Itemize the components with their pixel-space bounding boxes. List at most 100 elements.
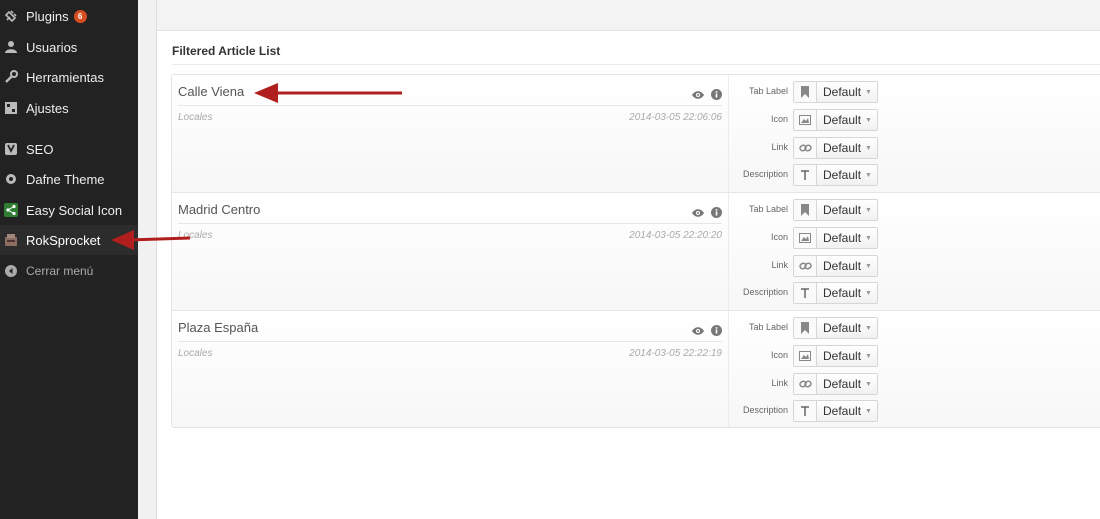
dropdown-toggle[interactable]: Default ▼: [817, 228, 877, 248]
link-select[interactable]: Default ▼: [793, 373, 878, 395]
field-label: Tab Label: [748, 322, 788, 332]
bookmark-icon: [794, 82, 817, 102]
link-icon: [794, 256, 817, 276]
dropdown-toggle[interactable]: Default ▼: [817, 374, 877, 394]
gear-icon: [4, 172, 18, 186]
dropdown-toggle[interactable]: Default ▼: [817, 165, 877, 185]
field-label: Icon: [770, 350, 788, 360]
tab-label-select[interactable]: Default ▼: [793, 81, 878, 103]
link-select[interactable]: Default ▼: [793, 255, 878, 277]
article-fields: Tab Label Default ▼ Icon Default ▼ Link Default…: [728, 75, 1100, 192]
article-category: Locales: [178, 112, 213, 123]
selected-value: Default: [823, 141, 862, 155]
sidebar-item-usuarios[interactable]: Usuarios: [0, 32, 138, 62]
field-row-link: Link Default ▼: [728, 373, 1100, 395]
sidebar-item-seo[interactable]: SEO: [0, 134, 138, 164]
article-actions: [691, 87, 722, 105]
article-fields: Tab Label Default ▼ Icon Default ▼ Link Default…: [728, 311, 1100, 427]
dropdown-toggle[interactable]: Default ▼: [817, 138, 877, 158]
field-row-description: Description Default ▼: [728, 400, 1100, 422]
sidebar-item-easy-social-icon[interactable]: Easy Social Icon: [0, 195, 138, 225]
info-icon[interactable]: [711, 87, 722, 105]
article-item: Calle Viena Locales 2014-03-05 22:06:06 …: [172, 75, 1100, 193]
sidebar-item-label: Usuarios: [26, 39, 78, 55]
text-icon: [794, 283, 817, 303]
dropdown-toggle[interactable]: Default ▼: [817, 318, 877, 338]
selected-value: Default: [823, 404, 862, 418]
selected-value: Default: [823, 286, 862, 300]
description-select[interactable]: Default ▼: [793, 282, 878, 304]
dropdown-toggle[interactable]: Default ▼: [817, 82, 877, 102]
info-icon[interactable]: [711, 205, 722, 223]
dropdown-toggle[interactable]: Default ▼: [817, 283, 877, 303]
link-select[interactable]: Default ▼: [793, 137, 878, 159]
sidebar-item-label: Herramientas: [26, 69, 105, 85]
article-category: Locales: [178, 230, 213, 241]
preview-eye-icon[interactable]: [691, 205, 705, 223]
article-info: Madrid Centro Locales 2014-03-05 22:20:2…: [172, 193, 729, 310]
sidebar-item-ajustes[interactable]: Ajustes: [0, 93, 138, 123]
sidebar-item-dafne-theme[interactable]: Dafne Theme: [0, 164, 138, 194]
field-row-tab-label: Tab Label Default ▼: [728, 81, 1100, 103]
preview-eye-icon[interactable]: [691, 323, 705, 341]
field-row-tab-label: Tab Label Default ▼: [728, 317, 1100, 339]
image-icon: [794, 110, 817, 130]
divider: [178, 105, 722, 106]
dropdown-toggle[interactable]: Default ▼: [817, 401, 877, 421]
article-info: Plaza España Locales 2014-03-05 22:22:19: [172, 311, 729, 427]
article-date: 2014-03-05 22:20:20: [629, 230, 722, 241]
field-label: Link: [771, 142, 788, 152]
icon-select[interactable]: Default ▼: [793, 109, 878, 131]
dropdown-toggle[interactable]: Default ▼: [817, 346, 877, 366]
wrench-icon: [4, 70, 18, 84]
article-title: Plaza España: [178, 320, 259, 335]
article-item: Madrid Centro Locales 2014-03-05 22:20:2…: [172, 193, 1100, 311]
divider: [178, 341, 722, 342]
dropdown-toggle[interactable]: Default ▼: [817, 110, 877, 130]
preview-eye-icon[interactable]: [691, 87, 705, 105]
chevron-down-icon: ▼: [865, 144, 872, 152]
sidebar-item-plugins[interactable]: Plugins 6: [0, 1, 138, 31]
dropdown-toggle[interactable]: Default ▼: [817, 200, 877, 220]
field-label: Icon: [770, 232, 788, 242]
bookmark-icon: [794, 318, 817, 338]
bookmark-icon: [794, 200, 817, 220]
icon-select[interactable]: Default ▼: [793, 345, 878, 367]
admin-sidebar: Plugins 6 Usuarios Herramientas Ajustes …: [0, 0, 138, 519]
field-label: Link: [771, 260, 788, 270]
chevron-down-icon: ▼: [865, 116, 872, 124]
sidebar-item-herramientas[interactable]: Herramientas: [0, 62, 138, 92]
chevron-down-icon: ▼: [865, 380, 872, 388]
divider: [172, 64, 1100, 65]
description-select[interactable]: Default ▼: [793, 400, 878, 422]
collapse-menu-label: Cerrar menú: [26, 264, 94, 278]
field-row-link: Link Default ▼: [728, 255, 1100, 277]
field-label: Link: [771, 378, 788, 388]
collapse-menu-button[interactable]: Cerrar menú: [0, 256, 138, 286]
icon-select[interactable]: Default ▼: [793, 227, 878, 249]
selected-value: Default: [823, 85, 862, 99]
link-icon: [794, 374, 817, 394]
info-icon[interactable]: [711, 323, 722, 341]
field-row-description: Description Default ▼: [728, 282, 1100, 304]
sidebar-item-label: Ajustes: [26, 100, 69, 116]
description-select[interactable]: Default ▼: [793, 164, 878, 186]
dropdown-toggle[interactable]: Default ▼: [817, 256, 877, 276]
top-panel: [157, 0, 1100, 31]
article-info: Calle Viena Locales 2014-03-05 22:06:06: [172, 75, 729, 192]
selected-value: Default: [823, 203, 862, 217]
text-icon: [794, 165, 817, 185]
divider: [178, 223, 722, 224]
chevron-down-icon: ▼: [865, 88, 872, 96]
share-icon: [4, 203, 18, 217]
field-label: Tab Label: [748, 86, 788, 96]
sidebar-item-label: Easy Social Icon: [26, 202, 123, 218]
tab-label-select[interactable]: Default ▼: [793, 199, 878, 221]
text-icon: [794, 401, 817, 421]
tab-label-select[interactable]: Default ▼: [793, 317, 878, 339]
article-item: Plaza España Locales 2014-03-05 22:22:19…: [172, 311, 1100, 427]
field-row-tab-label: Tab Label Default ▼: [728, 199, 1100, 221]
image-icon: [794, 346, 817, 366]
chevron-down-icon: ▼: [865, 262, 872, 270]
sidebar-item-roksprocket[interactable]: RokSprocket: [0, 225, 138, 255]
